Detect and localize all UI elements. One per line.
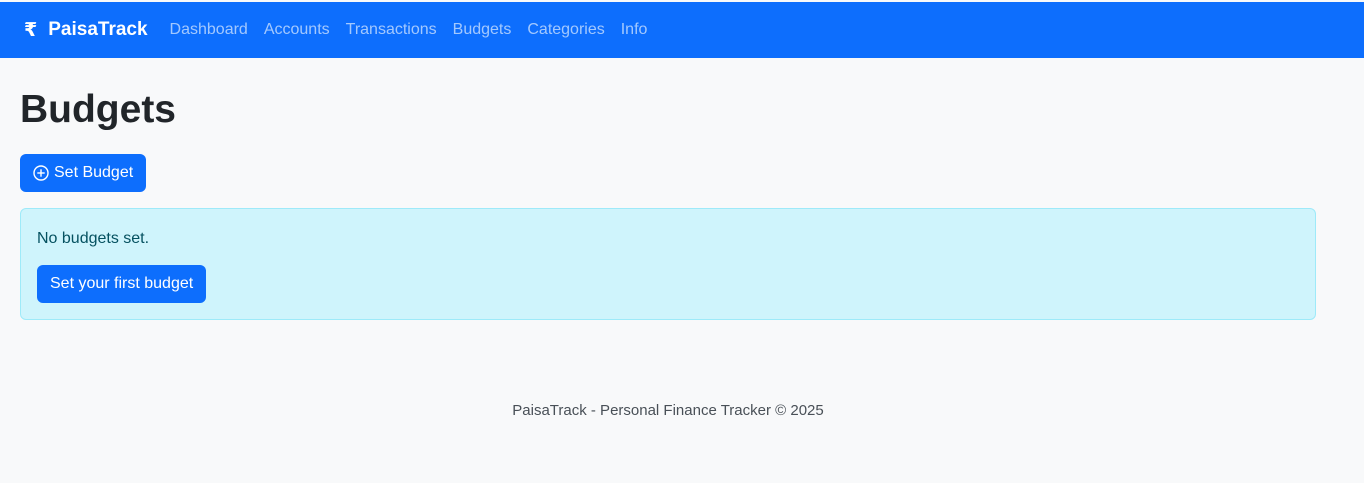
plus-circle-icon	[33, 165, 49, 181]
main-content: Budgets Set Budget No budgets set. Set y…	[0, 88, 1364, 320]
footer-text: PaisaTrack - Personal Finance Tracker © …	[512, 402, 824, 419]
no-budgets-alert: No budgets set. Set your first budget	[20, 208, 1316, 320]
nav-links: Dashboard Accounts Transactions Budgets …	[170, 21, 664, 39]
footer: PaisaTrack - Personal Finance Tracker © …	[0, 402, 1336, 419]
set-budget-label: Set Budget	[54, 164, 134, 181]
page-title: Budgets	[20, 88, 176, 131]
nav-link-budgets[interactable]: Budgets	[453, 21, 512, 39]
navbar: ₹ PaisaTrack Dashboard Accounts Transact…	[0, 2, 1364, 58]
nav-link-categories[interactable]: Categories	[527, 21, 604, 39]
alert-message: No budgets set.	[37, 230, 150, 247]
set-budget-button[interactable]: Set Budget	[20, 154, 147, 192]
brand-link[interactable]: ₹ PaisaTrack	[24, 19, 148, 41]
nav-link-dashboard[interactable]: Dashboard	[170, 21, 248, 39]
brand-name: PaisaTrack	[48, 19, 148, 40]
set-first-budget-button[interactable]: Set your first budget	[37, 265, 207, 303]
nav-link-transactions[interactable]: Transactions	[346, 21, 437, 39]
rupee-icon: ₹	[24, 19, 38, 41]
nav-link-info[interactable]: Info	[621, 21, 648, 39]
nav-link-accounts[interactable]: Accounts	[264, 21, 330, 39]
